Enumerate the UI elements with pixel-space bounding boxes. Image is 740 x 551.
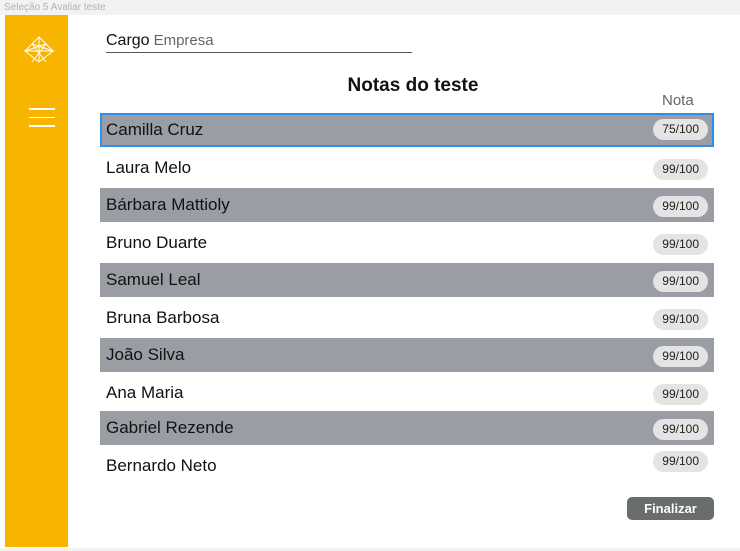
frame-label: Seleção 5 Avaliar teste: [4, 2, 106, 13]
score-column-header: Nota: [662, 92, 694, 109]
hamburger-menu-icon[interactable]: [29, 108, 55, 130]
score-badge: 99/100: [653, 196, 708, 217]
candidate-name: Bruna Barbosa: [106, 308, 220, 327]
cargo-field[interactable]: Cargo Empresa: [106, 32, 412, 53]
candidate-name: Bruno Duarte: [106, 233, 208, 252]
candidate-name: Bárbara Mattioly: [106, 195, 230, 214]
score-badge: 99/100: [653, 346, 708, 367]
cargo-label: Cargo: [106, 32, 150, 49]
candidate-name: Ana Maria: [106, 383, 184, 402]
candidate-row[interactable]: Bruno Duarte 99/100: [100, 226, 714, 260]
finalize-button[interactable]: Finalizar: [627, 497, 714, 520]
candidate-name: Samuel Leal: [106, 270, 201, 289]
candidate-name: João Silva: [106, 345, 185, 364]
candidate-row[interactable]: Bernardo Neto 99/100: [100, 449, 714, 483]
candidate-row[interactable]: Ana Maria 99/100: [100, 376, 714, 410]
score-badge: 99/100: [653, 159, 708, 180]
score-badge: 75/100: [653, 119, 708, 140]
candidate-name: Bernardo Neto: [106, 456, 217, 475]
candidate-name: Camilla Cruz: [106, 120, 204, 139]
score-badge: 99/100: [653, 384, 708, 405]
score-badge: 99/100: [653, 234, 708, 255]
page-title: Notas do teste: [347, 75, 479, 96]
candidate-row[interactable]: Gabriel Rezende 99/100: [100, 411, 714, 445]
candidate-row[interactable]: Camilla Cruz 75/100: [100, 113, 714, 147]
candidate-name: Laura Melo: [106, 158, 192, 177]
score-badge: 99/100: [653, 451, 708, 472]
candidate-row[interactable]: Bárbara Mattioly 99/100: [100, 188, 714, 222]
sidebar: [5, 15, 68, 547]
candidate-name: Gabriel Rezende: [106, 418, 234, 437]
candidate-row[interactable]: Samuel Leal 99/100: [100, 263, 714, 297]
score-badge: 99/100: [653, 309, 708, 330]
candidate-row[interactable]: João Silva 99/100: [100, 338, 714, 372]
score-badge: 99/100: [653, 419, 708, 440]
candidate-row[interactable]: Bruna Barbosa 99/100: [100, 301, 714, 335]
candidate-row[interactable]: Laura Melo 99/100: [100, 151, 714, 185]
company-name: Empresa: [153, 32, 214, 49]
logo-icon: [23, 36, 55, 63]
score-badge: 99/100: [653, 271, 708, 292]
